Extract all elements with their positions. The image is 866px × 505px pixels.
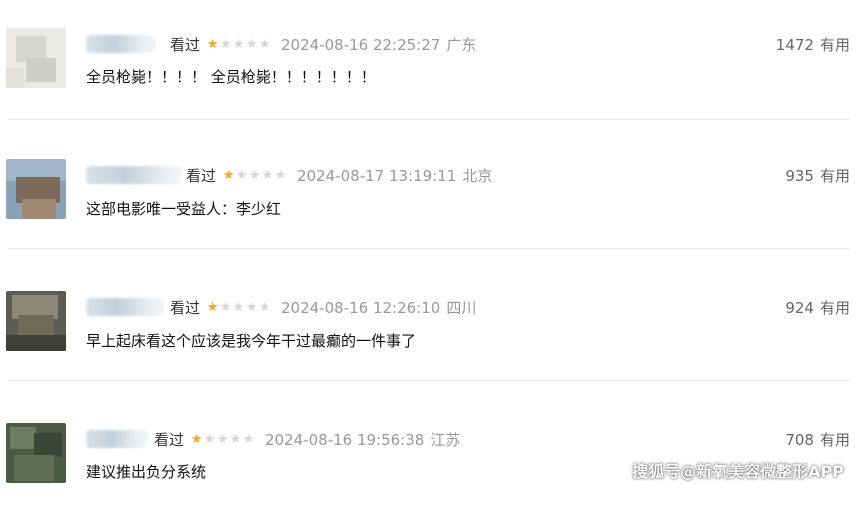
star-empty-icon: ★ (248, 167, 261, 183)
star-empty-icon: ★ (261, 167, 274, 183)
username[interactable] (86, 430, 148, 448)
watched-label: 看过 (170, 36, 201, 54)
star-empty-icon: ★ (258, 299, 271, 315)
vote-count: 924 (785, 298, 814, 317)
useful-button[interactable]: 有用 (820, 165, 850, 186)
vote-area: 924 有用 (785, 297, 850, 318)
avatar[interactable] (6, 423, 66, 483)
vote-count: 708 (785, 430, 814, 449)
comment-location: 四川 (446, 299, 477, 317)
vote-area: 708 有用 (785, 429, 850, 450)
comment-item: 看过 ★ ★ ★ ★ ★ 2024-08-16 12:26:10 四川 924 有用 早… (0, 263, 866, 373)
star-empty-icon: ★ (232, 36, 245, 52)
comment-item: 看过 ★ ★ ★ ★ ★ 2024-08-16 22:25:27 广东 1472 有用 … (0, 0, 866, 110)
comment-location: 广东 (446, 36, 477, 54)
star-empty-icon: ★ (245, 36, 258, 52)
avatar[interactable] (6, 291, 66, 351)
star-rating: ★ ★ ★ ★ ★ (222, 167, 287, 183)
star-empty-icon: ★ (229, 431, 242, 447)
avatar[interactable] (6, 28, 66, 88)
username[interactable] (86, 35, 156, 53)
username[interactable] (86, 298, 164, 316)
comment-location: 江苏 (430, 431, 461, 449)
star-filled-icon: ★ (190, 431, 203, 447)
divider (8, 380, 850, 381)
comment-time: 2024-08-16 19:56:38 (265, 430, 425, 449)
comment-item: 看过 ★ ★ ★ ★ ★ 2024-08-17 13:19:11 北京 935 有用 这… (0, 131, 866, 241)
watched-label: 看过 (186, 167, 217, 185)
star-rating: ★ ★ ★ ★ ★ (190, 431, 255, 447)
divider (8, 248, 850, 249)
comment-item: 看过 ★ ★ ★ ★ ★ 2024-08-16 19:56:38 江苏 708 有用 建… (0, 395, 866, 505)
star-empty-icon: ★ (216, 431, 229, 447)
star-empty-icon: ★ (235, 167, 248, 183)
useful-button[interactable]: 有用 (820, 429, 850, 450)
star-empty-icon: ★ (242, 431, 255, 447)
comment-content: 建议推出负分系统 (86, 463, 207, 481)
comment-time: 2024-08-17 13:19:11 (297, 166, 457, 185)
watched-label: 看过 (170, 299, 201, 317)
star-empty-icon: ★ (232, 299, 245, 315)
star-filled-icon: ★ (206, 36, 219, 52)
username[interactable] (86, 166, 182, 184)
comment-location: 北京 (462, 167, 493, 185)
vote-count: 935 (785, 166, 814, 185)
comment-content: 全员枪毙！！！！ 全员枪毙！！！！！！！ (86, 68, 376, 86)
vote-area: 1472 有用 (776, 34, 850, 55)
comment-meta: 看过 ★ ★ ★ ★ ★ 2024-08-16 22:25:27 广东 (170, 34, 476, 55)
star-empty-icon: ★ (274, 167, 287, 183)
star-filled-icon: ★ (222, 167, 235, 183)
star-empty-icon: ★ (219, 299, 232, 315)
star-empty-icon: ★ (245, 299, 258, 315)
star-rating: ★ ★ ★ ★ ★ (206, 299, 271, 315)
useful-button[interactable]: 有用 (820, 34, 850, 55)
star-filled-icon: ★ (206, 299, 219, 315)
comment-time: 2024-08-16 12:26:10 (281, 298, 441, 317)
comment-meta: 看过 ★ ★ ★ ★ ★ 2024-08-16 19:56:38 江苏 (154, 429, 460, 450)
vote-area: 935 有用 (785, 165, 850, 186)
comment-content: 早上起床看这个应该是我今年干过最癫的一件事了 (86, 332, 417, 350)
vote-count: 1472 (775, 35, 814, 54)
watermark: 搜狐号@新氧美容微整形APP (632, 462, 844, 481)
useful-button[interactable]: 有用 (820, 297, 850, 318)
comment-time: 2024-08-16 22:25:27 (281, 35, 441, 54)
star-empty-icon: ★ (258, 36, 271, 52)
comment-meta: 看过 ★ ★ ★ ★ ★ 2024-08-16 12:26:10 四川 (170, 297, 476, 318)
comment-meta: 看过 ★ ★ ★ ★ ★ 2024-08-17 13:19:11 北京 (186, 165, 492, 186)
comment-content: 这部电影唯一受益人：李少红 (86, 200, 282, 218)
star-empty-icon: ★ (219, 36, 232, 52)
star-rating: ★ ★ ★ ★ ★ (206, 36, 271, 52)
avatar[interactable] (6, 159, 66, 219)
star-empty-icon: ★ (203, 431, 216, 447)
watched-label: 看过 (154, 431, 185, 449)
divider (8, 119, 850, 120)
